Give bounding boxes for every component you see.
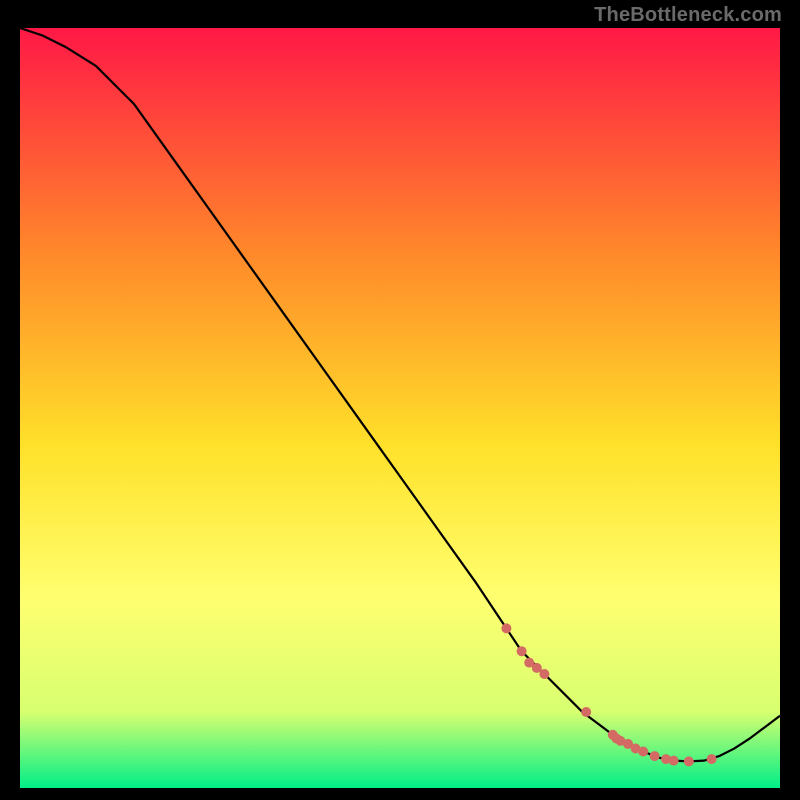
- marker-point: [707, 754, 717, 764]
- watermark-label: TheBottleneck.com: [594, 4, 782, 27]
- marker-point: [669, 756, 679, 766]
- marker-point: [650, 751, 660, 761]
- marker-point: [638, 747, 648, 757]
- marker-point: [501, 623, 511, 633]
- marker-point: [517, 646, 527, 656]
- marker-point: [539, 669, 549, 679]
- plot-svg: [20, 28, 780, 788]
- gradient-background: [20, 28, 780, 788]
- chart-stage: TheBottleneck.com: [0, 0, 800, 800]
- marker-point: [581, 707, 591, 717]
- bottleneck-plot: [20, 28, 780, 788]
- marker-point: [684, 756, 694, 766]
